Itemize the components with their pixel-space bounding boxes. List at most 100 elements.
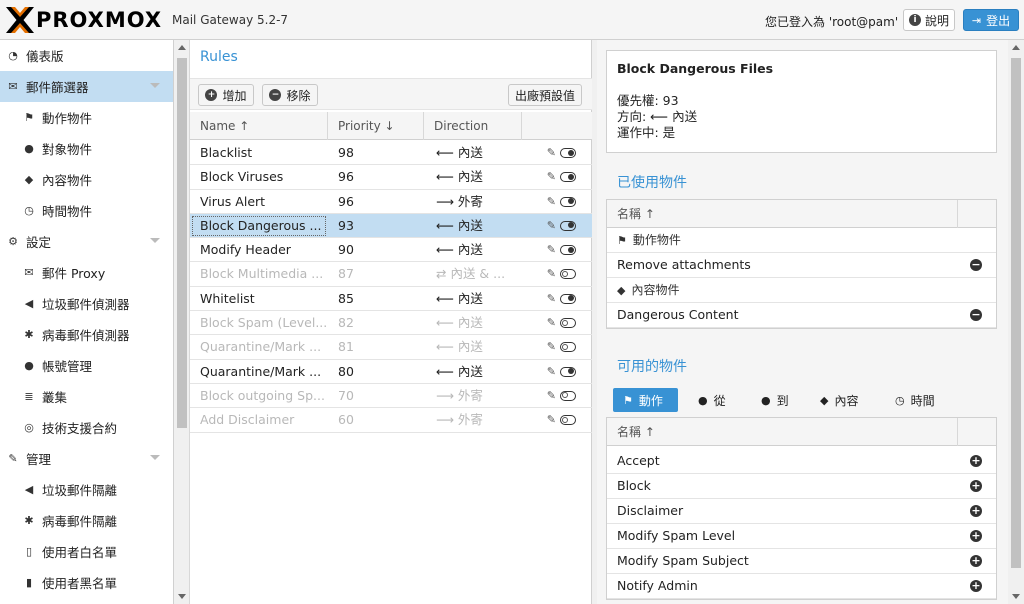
sidebar-item[interactable]: ● 對象物件 [0, 133, 173, 164]
sidebar-item[interactable]: ◷ 時間物件 [0, 195, 173, 226]
toggle-switch-icon[interactable] [560, 318, 576, 329]
toggle-switch-icon[interactable] [560, 293, 576, 304]
available-object-row[interactable]: Modify Spam Level + [607, 524, 996, 549]
edit-pencil-icon[interactable]: ✎ [547, 335, 556, 359]
scroll-up-arrow-icon[interactable] [178, 45, 186, 50]
add-circle-icon[interactable]: + [970, 455, 982, 467]
scroll-down-arrow-icon[interactable] [178, 594, 186, 599]
column-header-name[interactable]: Name ↑ [190, 112, 328, 140]
rule-row[interactable]: Block Dangerous ... 93 ⟵ 內送 ✎ [190, 213, 592, 239]
edit-pencil-icon[interactable]: ✎ [547, 165, 556, 189]
logout-button[interactable]: ⇥ 登出 [963, 9, 1019, 31]
rule-row[interactable]: Block Viruses 96 ⟵ 內送 ✎ [190, 165, 592, 190]
factory-defaults-button[interactable]: 出廠預設值 [508, 84, 582, 106]
column-header-name[interactable]: 名稱 ↑ [617, 200, 655, 228]
available-object-row[interactable]: Accept + [607, 449, 996, 474]
collapse-caret-icon[interactable] [150, 83, 160, 88]
add-circle-icon[interactable]: + [970, 480, 982, 492]
sidebar-item[interactable]: ✉ 郵件 Proxy [0, 257, 173, 288]
sidebar-item[interactable]: ◀ 垃圾郵件隔離 [0, 474, 173, 505]
sidebar-item[interactable]: ⚑ 動作物件 [0, 102, 173, 133]
sidebar-item[interactable]: ◆ 內容物件 [0, 164, 173, 195]
rule-row[interactable]: Add Disclaimer 60 ⟶ 外寄 ✎ [190, 408, 592, 433]
available-object-row[interactable]: Disclaimer + [607, 499, 996, 524]
scrollbar-thumb[interactable] [1011, 58, 1021, 568]
rule-actions: ✎ [522, 165, 592, 189]
remove-rule-button[interactable]: − 移除 [262, 84, 318, 106]
column-header-priority[interactable]: Priority ↓ [328, 112, 424, 140]
remove-circle-icon[interactable]: − [970, 309, 982, 321]
rule-row[interactable]: Block Spam (Level... 82 ⟵ 內送 ✎ [190, 311, 592, 336]
sidebar-item[interactable]: ✱ 病毒郵件隔離 [0, 505, 173, 536]
edit-pencil-icon[interactable]: ✎ [547, 238, 556, 262]
rule-row[interactable]: Virus Alert 96 ⟶ 外寄 ✎ [190, 190, 592, 214]
scroll-down-arrow-icon[interactable] [1012, 594, 1020, 599]
rule-row[interactable]: Modify Header 90 ⟵ 內送 ✎ [190, 238, 592, 263]
toggle-switch-icon[interactable] [560, 342, 576, 353]
sidebar-item[interactable]: ⚙ 設定 [0, 226, 173, 257]
rule-name: Quarantine/Mark ... [200, 363, 322, 379]
edit-pencil-icon[interactable]: ✎ [547, 287, 556, 311]
scrollbar-thumb[interactable] [177, 58, 187, 428]
sidebar-item[interactable]: ◔ 儀表版 [0, 40, 173, 71]
available-object-row[interactable]: Block + [607, 474, 996, 499]
filter-label: 內容 [834, 393, 859, 408]
sidebar-scrollbar[interactable] [174, 40, 190, 604]
rule-row[interactable]: Quarantine/Mark ... 80 ⟵ 內送 ✎ [190, 360, 592, 384]
rule-row[interactable]: Quarantine/Mark ... 81 ⟵ 內送 ✎ [190, 335, 592, 360]
filter-button[interactable]: ◆ 內容 [810, 388, 872, 412]
edit-pencil-icon[interactable]: ✎ [547, 384, 556, 408]
sidebar-item[interactable]: ◎ 技術支援合約 [0, 412, 173, 443]
toggle-switch-icon[interactable] [560, 415, 576, 426]
edit-pencil-icon[interactable]: ✎ [547, 360, 556, 384]
rule-row[interactable]: Blacklist 98 ⟵ 內送 ✎ [190, 141, 592, 166]
collapse-caret-icon[interactable] [150, 238, 160, 243]
sidebar-item[interactable]: ≣ 叢集 [0, 381, 173, 412]
used-object-row[interactable]: Remove attachments − [607, 253, 996, 278]
edit-pencil-icon[interactable]: ✎ [547, 262, 556, 286]
toggle-switch-icon[interactable] [560, 148, 576, 158]
sidebar-item[interactable]: ✎ 管理 [0, 443, 173, 474]
toggle-switch-icon[interactable] [560, 172, 576, 183]
remove-circle-icon[interactable]: − [970, 259, 982, 271]
edit-pencil-icon[interactable]: ✎ [547, 190, 556, 214]
sidebar-item[interactable]: ◀ 垃圾郵件偵測器 [0, 288, 173, 319]
add-circle-icon[interactable]: + [970, 580, 982, 592]
used-object-row[interactable]: Dangerous Content − [607, 303, 996, 328]
toggle-switch-icon[interactable] [560, 220, 576, 231]
sidebar-item[interactable]: ▮ 使用者黑名單 [0, 567, 173, 598]
edit-pencil-icon[interactable]: ✎ [547, 408, 556, 432]
sidebar-item[interactable]: ✱ 病毒郵件偵測器 [0, 319, 173, 350]
add-circle-icon[interactable]: + [970, 555, 982, 567]
toggle-switch-icon[interactable] [560, 269, 576, 280]
filter-button[interactable]: ● 到 [751, 388, 797, 412]
sidebar-item[interactable]: ✉ 郵件篩選器 [0, 71, 173, 102]
scroll-up-arrow-icon[interactable] [1012, 45, 1020, 50]
add-rule-button[interactable]: + 增加 [198, 84, 254, 106]
edit-pencil-icon[interactable]: ✎ [547, 141, 556, 165]
toggle-switch-icon[interactable] [560, 196, 576, 207]
toggle-switch-icon[interactable] [560, 366, 576, 377]
sidebar-item[interactable]: ● 帳號管理 [0, 350, 173, 381]
edit-pencil-icon[interactable]: ✎ [547, 214, 556, 238]
add-circle-icon[interactable]: + [970, 530, 982, 542]
filter-button[interactable]: ● 從 [688, 388, 738, 412]
rule-row[interactable]: Whitelist 85 ⟵ 內送 ✎ [190, 287, 592, 312]
help-button[interactable]: i 說明 [903, 9, 955, 31]
sidebar-item[interactable]: ▯ 使用者白名單 [0, 536, 173, 567]
rule-row[interactable]: Block outgoing Sp... 70 ⟶ 外寄 ✎ [190, 384, 592, 409]
collapse-caret-icon[interactable] [150, 455, 160, 460]
header-separator [957, 200, 958, 228]
rule-row[interactable]: Block Multimedia ... 87 ⇄ 內送 & ... ✎ [190, 262, 592, 287]
column-header-direction[interactable]: Direction [424, 112, 522, 140]
right-panel-scrollbar[interactable] [1008, 40, 1024, 604]
available-object-row[interactable]: Modify Spam Subject + [607, 549, 996, 574]
add-circle-icon[interactable]: + [970, 505, 982, 517]
edit-pencil-icon[interactable]: ✎ [547, 311, 556, 335]
filter-button[interactable]: ⚑ 動作 [613, 388, 678, 412]
filter-button[interactable]: ◷ 時間 [885, 388, 945, 412]
available-object-row[interactable]: Notify Admin + [607, 574, 996, 599]
column-header-name[interactable]: 名稱 ↑ [617, 418, 655, 446]
toggle-switch-icon[interactable] [560, 245, 576, 256]
toggle-switch-icon[interactable] [560, 390, 576, 401]
